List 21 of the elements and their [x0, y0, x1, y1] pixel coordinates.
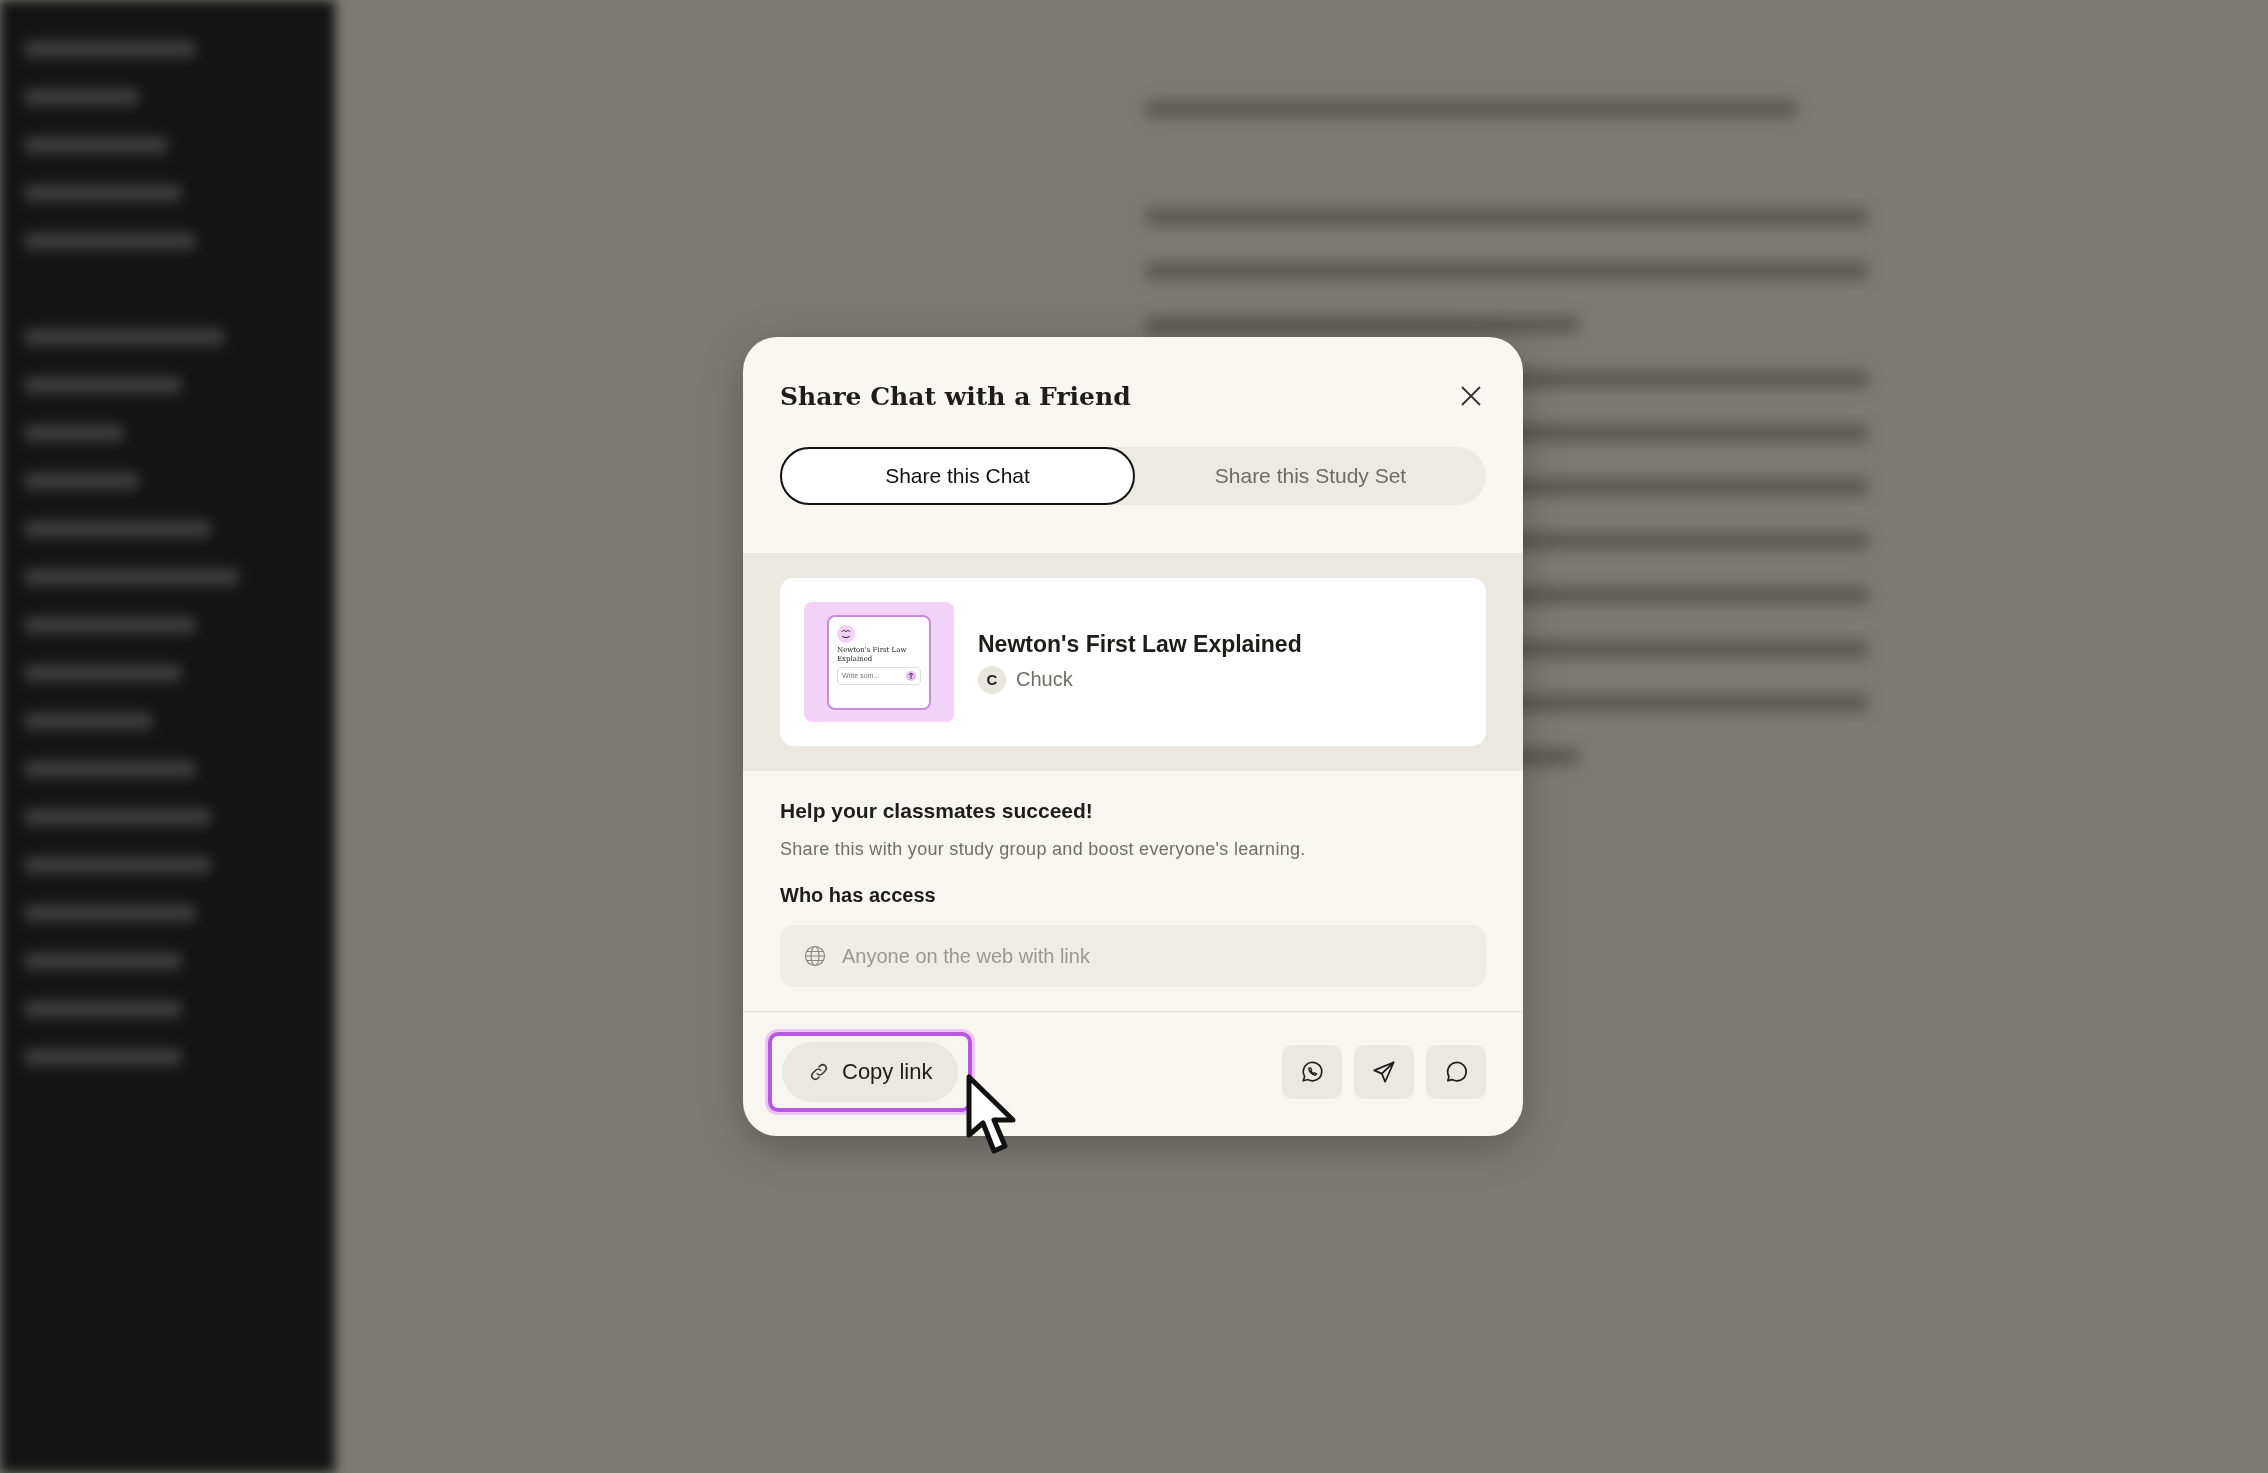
description-text: Share this with your study group and boost everyone's learning.	[780, 839, 1307, 860]
close-icon	[1460, 385, 1482, 407]
author-name: Chuck	[1016, 668, 1073, 691]
share-button[interactable]	[1354, 1045, 1414, 1099]
whatsapp-icon	[1299, 1059, 1325, 1085]
chat-title: Newton's First Law Explained	[978, 630, 1302, 658]
share-tab[interactable]: Share this Study Set	[1135, 447, 1486, 505]
send-arrow-icon	[906, 670, 916, 681]
link-icon	[808, 1061, 830, 1083]
mascot-icon	[837, 624, 855, 643]
share-button[interactable]	[1282, 1045, 1342, 1099]
copy-link-button[interactable]: Copy link	[782, 1042, 959, 1102]
access-label: Who has access	[780, 884, 937, 907]
dialog-title: Share Chat with a Friend	[780, 381, 1131, 411]
globe-icon	[804, 945, 826, 967]
paper-plane-icon	[1371, 1059, 1397, 1085]
share-tab[interactable]: Share this Chat	[780, 447, 1135, 505]
access-field[interactable]: Anyone on the web with link	[780, 925, 1486, 987]
section-heading: Help your classmates succeed!	[780, 799, 1094, 823]
share-button[interactable]	[1426, 1045, 1486, 1099]
author-avatar: C	[978, 665, 1006, 694]
